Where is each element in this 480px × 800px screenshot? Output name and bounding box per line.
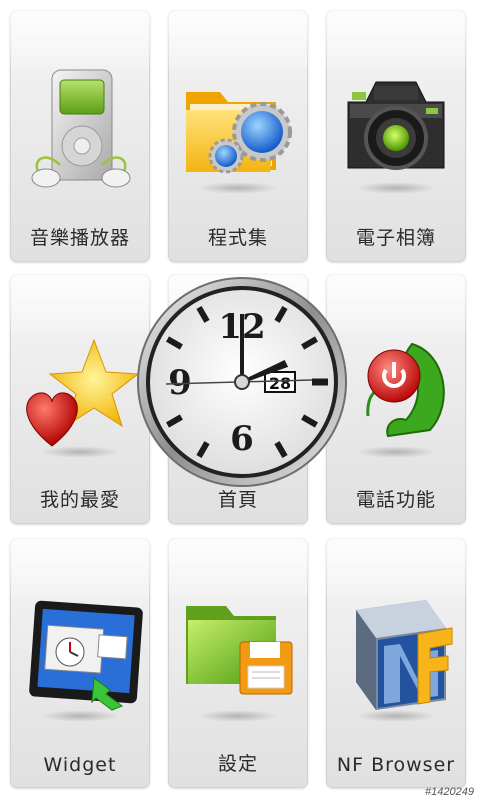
tile-label: NF Browser [336,754,456,776]
clock-icon[interactable]: 12 9 6 28 [136,276,348,488]
tile-label: 設定 [217,753,258,775]
favorites-star-heart-icon [26,338,140,447]
camera-icon [347,81,445,170]
tile-label: 首頁 [217,489,258,511]
tile-label: 程式集 [207,227,268,249]
watermark: #1420249 [425,786,474,798]
widget-tablet-icon [29,600,143,711]
tile-nf-browser[interactable]: NF Browser [326,538,466,788]
tile-music-player[interactable]: 音樂播放器 [10,10,150,262]
clock-center [234,374,250,390]
tile-label: 音樂播放器 [29,227,130,249]
nf-browser-icon [356,600,453,710]
tile-label: 電子相簿 [355,227,436,249]
tile-label: 我的最愛 [39,489,120,511]
tile-photo-album[interactable]: 電子相簿 [326,10,466,262]
music-player-icon [31,69,131,188]
tile-settings[interactable]: 設定 [168,538,308,788]
tile-label: Widget [43,754,117,776]
tile-label: 電話功能 [355,489,436,511]
tile-widget[interactable]: Widget [10,538,150,788]
tile-programs[interactable]: 程式集 [168,10,308,262]
settings-folder-icon [186,606,293,695]
programs-folder-icon [186,92,292,174]
clock-date: 28 [269,374,291,393]
tile-favorites[interactable]: 我的最愛 [10,274,150,524]
clock-numeral-6: 6 [230,419,254,459]
